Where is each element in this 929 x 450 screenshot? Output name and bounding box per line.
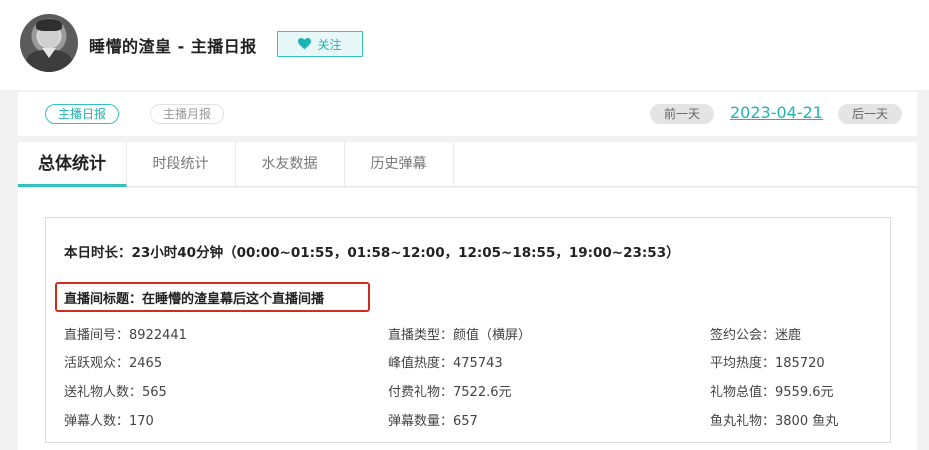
avatar-hair (36, 19, 62, 31)
stream-duration: 本日时长：23小时40分钟（00:00~01:55，01:58~12:00，12… (64, 245, 680, 261)
avatar[interactable] (20, 14, 78, 72)
stat-fishball-gifts: 鱼丸礼物：3800 鱼丸 (710, 414, 839, 429)
stat-stream-type: 直播类型：颜值（横屏） (388, 328, 532, 343)
stat-danmaku-users: 弹幕人数：170 (64, 414, 154, 429)
tab-overall-stats[interactable]: 总体统计 (18, 142, 127, 187)
tab-fan-data[interactable]: 水友数据 (235, 142, 345, 186)
tab-history-danmaku[interactable]: 历史弹幕 (344, 142, 454, 186)
follow-label: 关注 (317, 37, 342, 52)
stat-gift-total: 礼物总值：9559.6元 (710, 385, 834, 400)
page-header: 睡懵的渣皇 - 主播日报 关注 (0, 0, 929, 90)
page-title: 睡懵的渣皇 - 主播日报 (89, 37, 257, 56)
stat-guild: 签约公会：迷鹿 (710, 328, 802, 343)
stat-active-viewers: 活跃观众：2465 (64, 356, 163, 371)
monthly-report-tab[interactable]: 主播月报 (150, 104, 224, 124)
stat-danmaku-count: 弹幕数量：657 (388, 414, 478, 429)
stat-average-heat: 平均热度：185720 (710, 356, 825, 371)
previous-day-button[interactable]: 前一天 (650, 104, 714, 124)
tab-period-stats[interactable]: 时段统计 (126, 142, 236, 186)
main-content: 本日时长：23小时40分钟（00:00~01:55，01:58~12:00，12… (18, 188, 917, 450)
follow-button[interactable]: 关注 (277, 31, 363, 57)
stat-gift-senders: 送礼物人数：565 (64, 385, 167, 400)
stat-room-id: 直播间号：8922441 (64, 328, 187, 343)
daily-report-tab[interactable]: 主播日报 (45, 104, 119, 124)
report-bar: 主播日报 主播月报 前一天 2023-04-21 后一天 (18, 92, 917, 136)
stats-panel: 本日时长：23小时40分钟（00:00~01:55，01:58~12:00，12… (45, 217, 891, 443)
room-title: 直播间标题：在睡懵的渣皇幕后这个直播间播 (64, 292, 325, 307)
next-day-button[interactable]: 后一天 (838, 104, 902, 124)
stat-peak-heat: 峰值热度：475743 (388, 356, 503, 371)
stat-paid-gifts: 付费礼物：7522.6元 (388, 385, 512, 400)
tab-bar: 总体统计 时段统计 水友数据 历史弹幕 (18, 142, 917, 187)
heart-icon (298, 38, 312, 50)
date-picker-link[interactable]: 2023-04-21 (730, 103, 823, 122)
